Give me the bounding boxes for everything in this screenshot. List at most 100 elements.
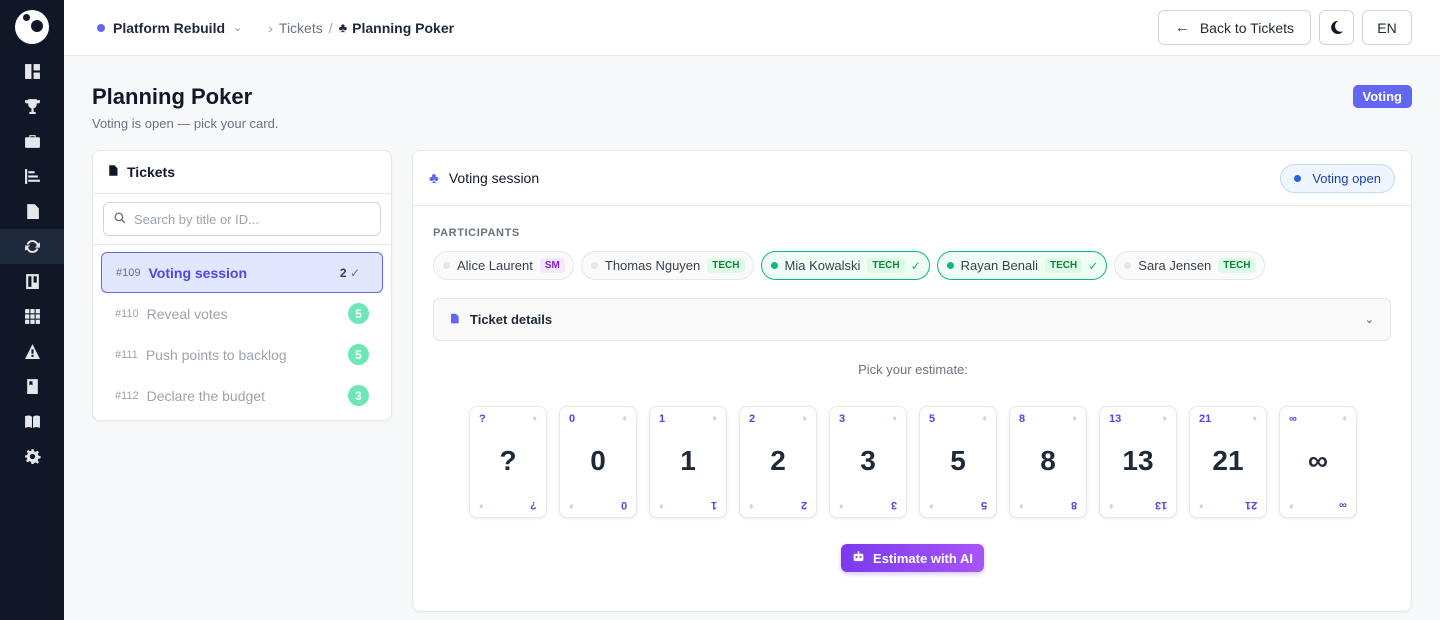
ticket-name: Reveal votes	[146, 305, 228, 322]
dashboard-icon[interactable]	[0, 54, 64, 89]
card-corner: 1	[659, 413, 666, 425]
ticket-search-input[interactable]: Search by title or ID...	[103, 202, 381, 236]
card-corner: ?	[479, 413, 486, 425]
card-corner: 5	[980, 499, 987, 511]
status-dot	[443, 262, 450, 269]
points-badge: 5	[348, 303, 369, 324]
role-badge: TECH	[1045, 258, 1083, 273]
tree-list-icon[interactable]	[0, 159, 64, 194]
briefcase-icon[interactable]	[0, 124, 64, 159]
diamond-icon: ♦	[1072, 413, 1077, 423]
diamond-icon: ♦	[749, 501, 754, 511]
search-icon	[114, 211, 126, 227]
language-button[interactable]: EN	[1362, 10, 1412, 45]
back-label: Back to Tickets	[1199, 19, 1294, 36]
ticket-item[interactable]: #111 Push points to backlog 5	[101, 334, 383, 375]
estimate-with-ai-button[interactable]: Estimate with AI	[841, 544, 984, 572]
role-badge: TECH	[867, 258, 905, 273]
grid-icon[interactable]	[0, 299, 64, 334]
ticket-item[interactable]: #112 Declare the budget 3	[101, 375, 383, 416]
check-icon: ✓	[1088, 258, 1099, 273]
club-icon: ♣	[338, 20, 348, 35]
diamond-icon: ♦	[1019, 501, 1024, 511]
tickets-header: Tickets	[93, 151, 391, 194]
card-corner: ?	[530, 499, 537, 511]
status-dot	[946, 262, 954, 269]
points-badge: 3	[348, 385, 369, 406]
status-dot	[770, 262, 778, 269]
warning-icon[interactable]	[0, 334, 64, 369]
voting-header: ♣ Voting session	[413, 151, 1411, 206]
breadcrumb-current: ♣ Planning Poker	[339, 20, 454, 36]
diamond-icon: ♦	[839, 501, 844, 511]
voting-state-badge: Voting open	[1280, 164, 1395, 193]
points-badge: 5	[348, 344, 369, 365]
board-icon[interactable]	[0, 264, 64, 299]
card-value: ?	[499, 445, 517, 476]
diamond-icon: ♦	[802, 413, 807, 423]
estimate-card[interactable]: 21 ♦ 21 ♦ 21	[1189, 406, 1267, 518]
robot-icon	[852, 550, 865, 566]
participant-name: Thomas Nguyen	[604, 258, 701, 273]
card-corner: 2	[800, 499, 807, 511]
participant-name: Mia Kowalski	[784, 258, 861, 273]
estimate-card[interactable]: 8 ♦ 8 ♦ 8	[1009, 406, 1087, 518]
role-badge: SM	[539, 258, 565, 273]
estimate-card[interactable]: 1 ♦ 1 ♦ 1	[649, 406, 727, 518]
estimate-card[interactable]: 13 ♦ 13 ♦ 13	[1099, 406, 1177, 518]
participant-chip: Rayan Benali TECH ✓	[936, 251, 1108, 280]
ticket-item[interactable]: #109 Voting session 2 ✓	[101, 252, 383, 293]
card-corner: 1	[710, 499, 717, 511]
notebook-icon[interactable]	[0, 369, 64, 404]
estimate-card[interactable]: ? ♦ ? ♦ ?	[469, 406, 547, 518]
ticket-item[interactable]: #110 Reveal votes 5	[101, 293, 383, 334]
ticket-id: #109	[116, 266, 141, 279]
ticket-name: Voting session	[148, 264, 248, 281]
diamond-icon: ♦	[1252, 413, 1257, 423]
estimate-card[interactable]: ∞ ♦ ∞ ♦ ∞	[1279, 406, 1357, 518]
estimate-card[interactable]: 2 ♦ 2 ♦ 2	[739, 406, 817, 518]
app-logo[interactable]	[15, 10, 49, 44]
ticket-details-toggle[interactable]: Ticket details ⌄	[433, 298, 1391, 341]
card-corner: 13	[1154, 499, 1167, 511]
participant-chip: Mia Kowalski TECH ✓	[760, 251, 930, 280]
project-selector[interactable]: Platform Rebuild ⌄	[97, 20, 242, 36]
theme-toggle-button[interactable]	[1319, 10, 1354, 45]
tickets-list: #109 Voting session 2 ✓ #110 Reveal vote…	[93, 244, 391, 416]
back-to-tickets-button[interactable]: ← Back to Tickets	[1157, 10, 1311, 45]
top-actions: ← Back to Tickets EN	[1157, 10, 1412, 45]
card-corner: 2	[749, 413, 756, 425]
status-badge: Voting	[1352, 85, 1412, 108]
estimate-card[interactable]: 5 ♦ 5 ♦ 5	[919, 406, 997, 518]
book-icon[interactable]	[0, 404, 64, 439]
diamond-icon: ♦	[1162, 413, 1167, 423]
participant-chip: Thomas Nguyen TECH	[580, 251, 754, 280]
breadcrumb-current-label: Planning Poker	[352, 19, 455, 36]
gear-icon[interactable]	[0, 439, 64, 474]
tickets-panel: Tickets Search by title or ID... #109 Vo…	[92, 150, 392, 421]
card-corner: 0	[620, 499, 627, 511]
role-badge: TECH	[1218, 258, 1256, 273]
vote-count-value: 2	[339, 265, 347, 280]
chevron-down-icon: ⌄	[233, 22, 243, 34]
project-name: Platform Rebuild	[113, 19, 226, 36]
estimate-card[interactable]: 0 ♦ 0 ♦ 0	[559, 406, 637, 518]
diamond-icon: ♦	[712, 413, 717, 423]
moon-icon	[1331, 20, 1344, 35]
participant-name: Rayan Benali	[960, 258, 1038, 273]
document-icon[interactable]	[0, 194, 64, 229]
estimate-cards: ? ♦ ? ♦ ? 0 ♦ 0 ♦ 0 1 ♦ 1 ♦ 1 2 ♦ 2 ♦ 2	[469, 406, 1357, 518]
card-corner: 8	[1070, 499, 1077, 511]
sync-icon[interactable]	[0, 229, 64, 264]
trophy-icon[interactable]	[0, 89, 64, 124]
ticket-details-label: Ticket details	[470, 312, 553, 327]
ticket-id: #112	[115, 389, 139, 402]
breadcrumb-tickets[interactable]: Tickets	[279, 20, 323, 36]
breadcrumb-separator: /	[328, 19, 333, 36]
participants-label: PARTICIPANTS	[433, 227, 520, 239]
ticket-id: #110	[115, 307, 139, 320]
card-value: 21	[1212, 445, 1244, 476]
card-corner: 0	[569, 413, 576, 425]
card-value: 1	[680, 445, 696, 476]
estimate-card[interactable]: 3 ♦ 3 ♦ 3	[829, 406, 907, 518]
